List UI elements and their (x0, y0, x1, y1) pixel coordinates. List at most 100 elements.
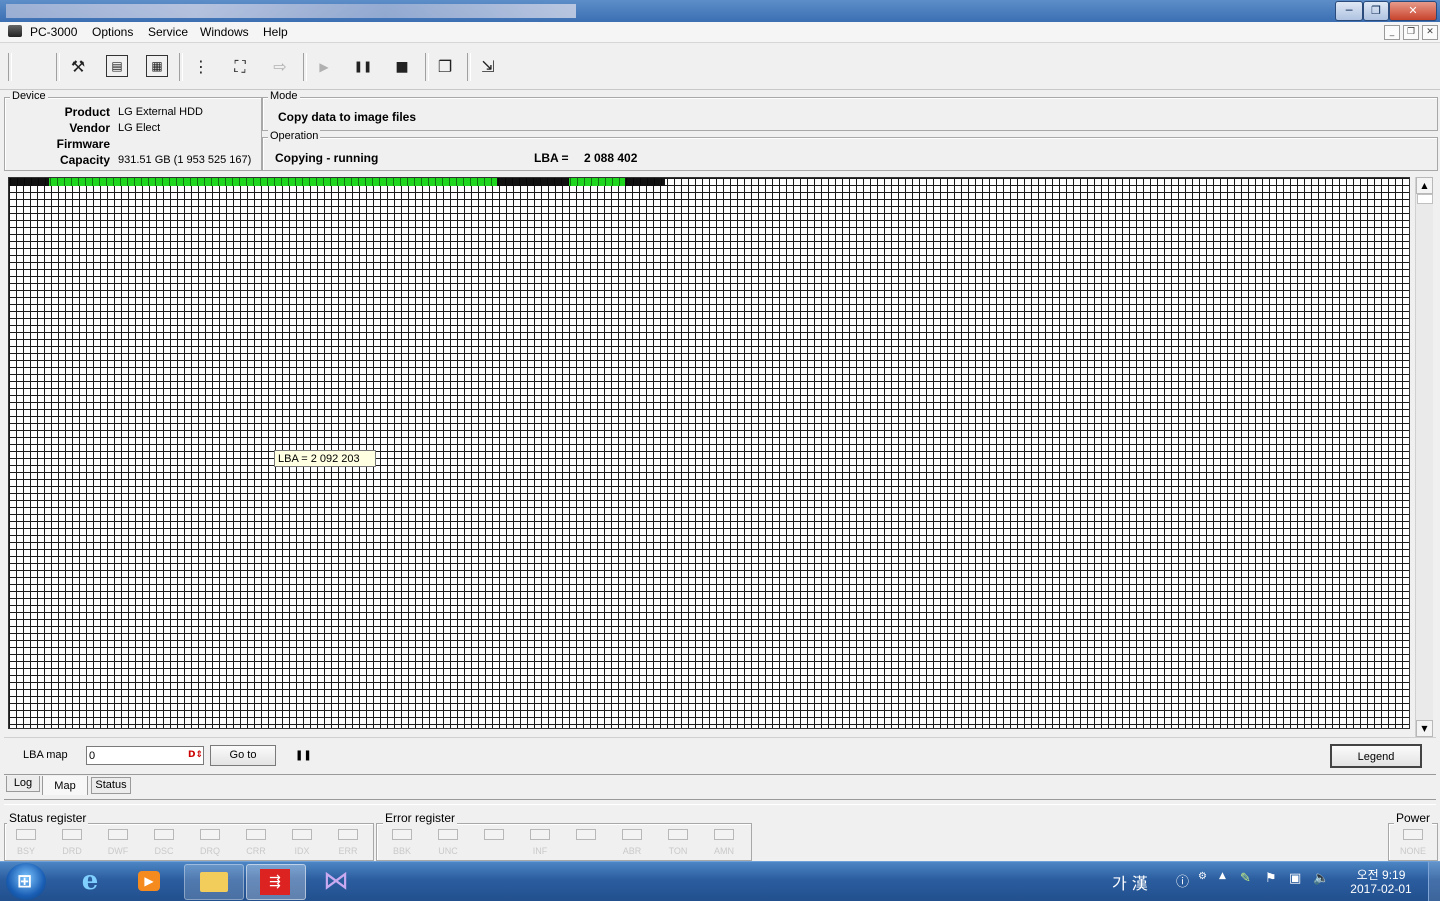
error-bit-led (484, 829, 504, 840)
mdi-minimize-button[interactable]: _ (1384, 25, 1400, 40)
legend-button[interactable]: Legend (1330, 744, 1422, 768)
clock-date[interactable]: 2017-02-01 (1342, 882, 1420, 896)
status-bit-led-label: IDX (294, 846, 310, 856)
status-bit-led (338, 829, 358, 840)
pc3000-taskbar-icon[interactable]: ⇶ (246, 864, 306, 900)
menu-help[interactable]: Help (263, 24, 288, 40)
copy-icon[interactable]: ❐ (433, 55, 457, 79)
visual-studio-icon[interactable]: ⋈ (308, 864, 364, 898)
status-register-title: Status register (7, 811, 89, 825)
stop-icon[interactable]: ■ (390, 55, 414, 79)
error-bit-led (576, 829, 596, 840)
help-icon[interactable]: ⓘ (1176, 871, 1189, 890)
window-minimize-button[interactable]: ─ (1335, 1, 1363, 21)
error-bit-led (622, 829, 642, 840)
ie-icon[interactable]: e (62, 864, 118, 898)
status-bit-led (154, 829, 174, 840)
error-bit-led (530, 829, 550, 840)
start-button[interactable]: ⊞ (6, 863, 46, 900)
capacity-value: 931.51 GB (1 953 525 167) (118, 154, 252, 166)
lba-map-input[interactable] (86, 746, 204, 765)
play-icon[interactable]: ▶ (312, 55, 336, 79)
error-bit-led (714, 829, 734, 840)
status-bit-led (200, 829, 220, 840)
error-bit-led-label: TON (668, 846, 688, 856)
status-bit-led-label: BSY (16, 846, 35, 856)
mode-group-title: Mode (268, 90, 300, 102)
status-bit-led-label: DSC (154, 846, 174, 856)
menu-windows[interactable]: Windows (200, 24, 249, 40)
tab-log[interactable]: Log (6, 776, 40, 792)
error-bit-led-label: ABR (622, 846, 642, 856)
taskbar: ⊞ e ▶ ⇶ ⋈ 가 漢 ⓘ ⚙ ▲ ✎ ⚑ ▣ 🔈 오전 9:19 2017… (0, 861, 1440, 901)
operation-status: Copying - running (275, 151, 379, 165)
pause-icon[interactable]: ❚❚ (351, 55, 375, 79)
network-icon[interactable]: ▣ (1289, 871, 1301, 886)
ime-options-icon[interactable]: ⚙ (1198, 871, 1207, 882)
map-block-read (625, 178, 665, 186)
firmware-label: Firmware (56, 137, 110, 151)
media-player-icon[interactable]: ▶ (122, 864, 178, 898)
power-led (1403, 829, 1423, 840)
ime-indicator[interactable]: 가 漢 (1112, 870, 1148, 894)
explorer-icon[interactable] (184, 864, 244, 900)
mdi-close-button[interactable]: ✕ (1422, 25, 1438, 40)
status-bit-led-label: DRQ (200, 846, 220, 856)
toolbar-separator (467, 53, 471, 81)
power-led-label: NONE (1399, 846, 1426, 856)
mdi-restore-button[interactable]: ❐ (1403, 25, 1419, 40)
lba-map-grid[interactable] (8, 177, 1410, 729)
tab-map[interactable]: Map (42, 776, 88, 795)
clock-time[interactable]: 오전 9:19 (1346, 866, 1416, 883)
capacity-label: Capacity (59, 153, 110, 167)
dec-hex-toggle-icon[interactable]: D⇕ (188, 750, 203, 760)
scroll-thumb[interactable] (1417, 194, 1433, 204)
show-desktop-button[interactable] (1428, 862, 1440, 901)
map-block-done (569, 178, 625, 186)
volume-icon[interactable]: 🔈 (1313, 871, 1329, 886)
map-block-done (49, 178, 497, 186)
status-bit-led (16, 829, 36, 840)
binary-chip-icon[interactable]: ▤ (106, 55, 128, 77)
window-close-button[interactable]: ✕ (1389, 1, 1437, 21)
lba-map-label: LBA map (23, 749, 68, 761)
toolbar-separator (179, 53, 183, 81)
status-bit-led (246, 829, 266, 840)
window-titlebar: ─ ❐ ✕ (0, 0, 1440, 22)
mode-group (262, 97, 1438, 131)
toolbar-separator (425, 53, 429, 81)
toolbar-separator (8, 53, 12, 81)
map-block-read (497, 178, 569, 186)
error-bit-led-label: BBK (392, 846, 411, 856)
menu-options[interactable]: Options (92, 24, 133, 40)
error-bit-led (438, 829, 458, 840)
tools-icon[interactable]: ⚒ (66, 55, 90, 79)
scroll-down-arrow-icon[interactable]: ▼ (1416, 720, 1433, 737)
panel-splitter[interactable] (4, 799, 1436, 805)
tab-strip-divider (4, 774, 1436, 775)
status-bit-led (292, 829, 312, 840)
binoculars-icon[interactable]: ⛶ (228, 55, 252, 79)
vendor-label: Vendor (69, 121, 110, 135)
toolbar: ⚒ ▤ ▦ ⋮ ⛶ ⇨ ▶ ❚❚ ■ ❐ ⇲ (0, 43, 1440, 90)
show-hidden-icons-icon[interactable]: ▲ (1219, 871, 1226, 881)
export-icon[interactable]: ⇨ (268, 55, 292, 79)
power-title: Power (1394, 811, 1433, 825)
pen-icon[interactable]: ✎ (1240, 871, 1251, 886)
scroll-up-arrow-icon[interactable]: ▲ (1416, 177, 1433, 194)
exit-icon[interactable]: ⇲ (476, 55, 500, 79)
status-bit-led-label: CRR (246, 846, 266, 856)
menu-pc3000[interactable]: PC-3000 (30, 24, 77, 40)
percent-chip-icon[interactable]: ▦ (146, 55, 168, 77)
window-restore-button[interactable]: ❐ (1363, 1, 1389, 21)
menu-service[interactable]: Service (148, 24, 188, 40)
tree-icon[interactable]: ⋮ (189, 55, 213, 79)
map-pause-icon[interactable]: ❚❚ (295, 750, 312, 761)
tab-status[interactable]: Status (91, 777, 131, 794)
error-register-title: Error register (383, 811, 458, 825)
goto-button[interactable]: Go to (210, 745, 276, 766)
operation-lba-label: LBA = (534, 151, 569, 165)
flag-icon[interactable]: ⚑ (1265, 871, 1277, 886)
vendor-value: LG Elect (118, 122, 161, 134)
map-scrollbar[interactable]: ▲ ▼ (1415, 177, 1433, 737)
